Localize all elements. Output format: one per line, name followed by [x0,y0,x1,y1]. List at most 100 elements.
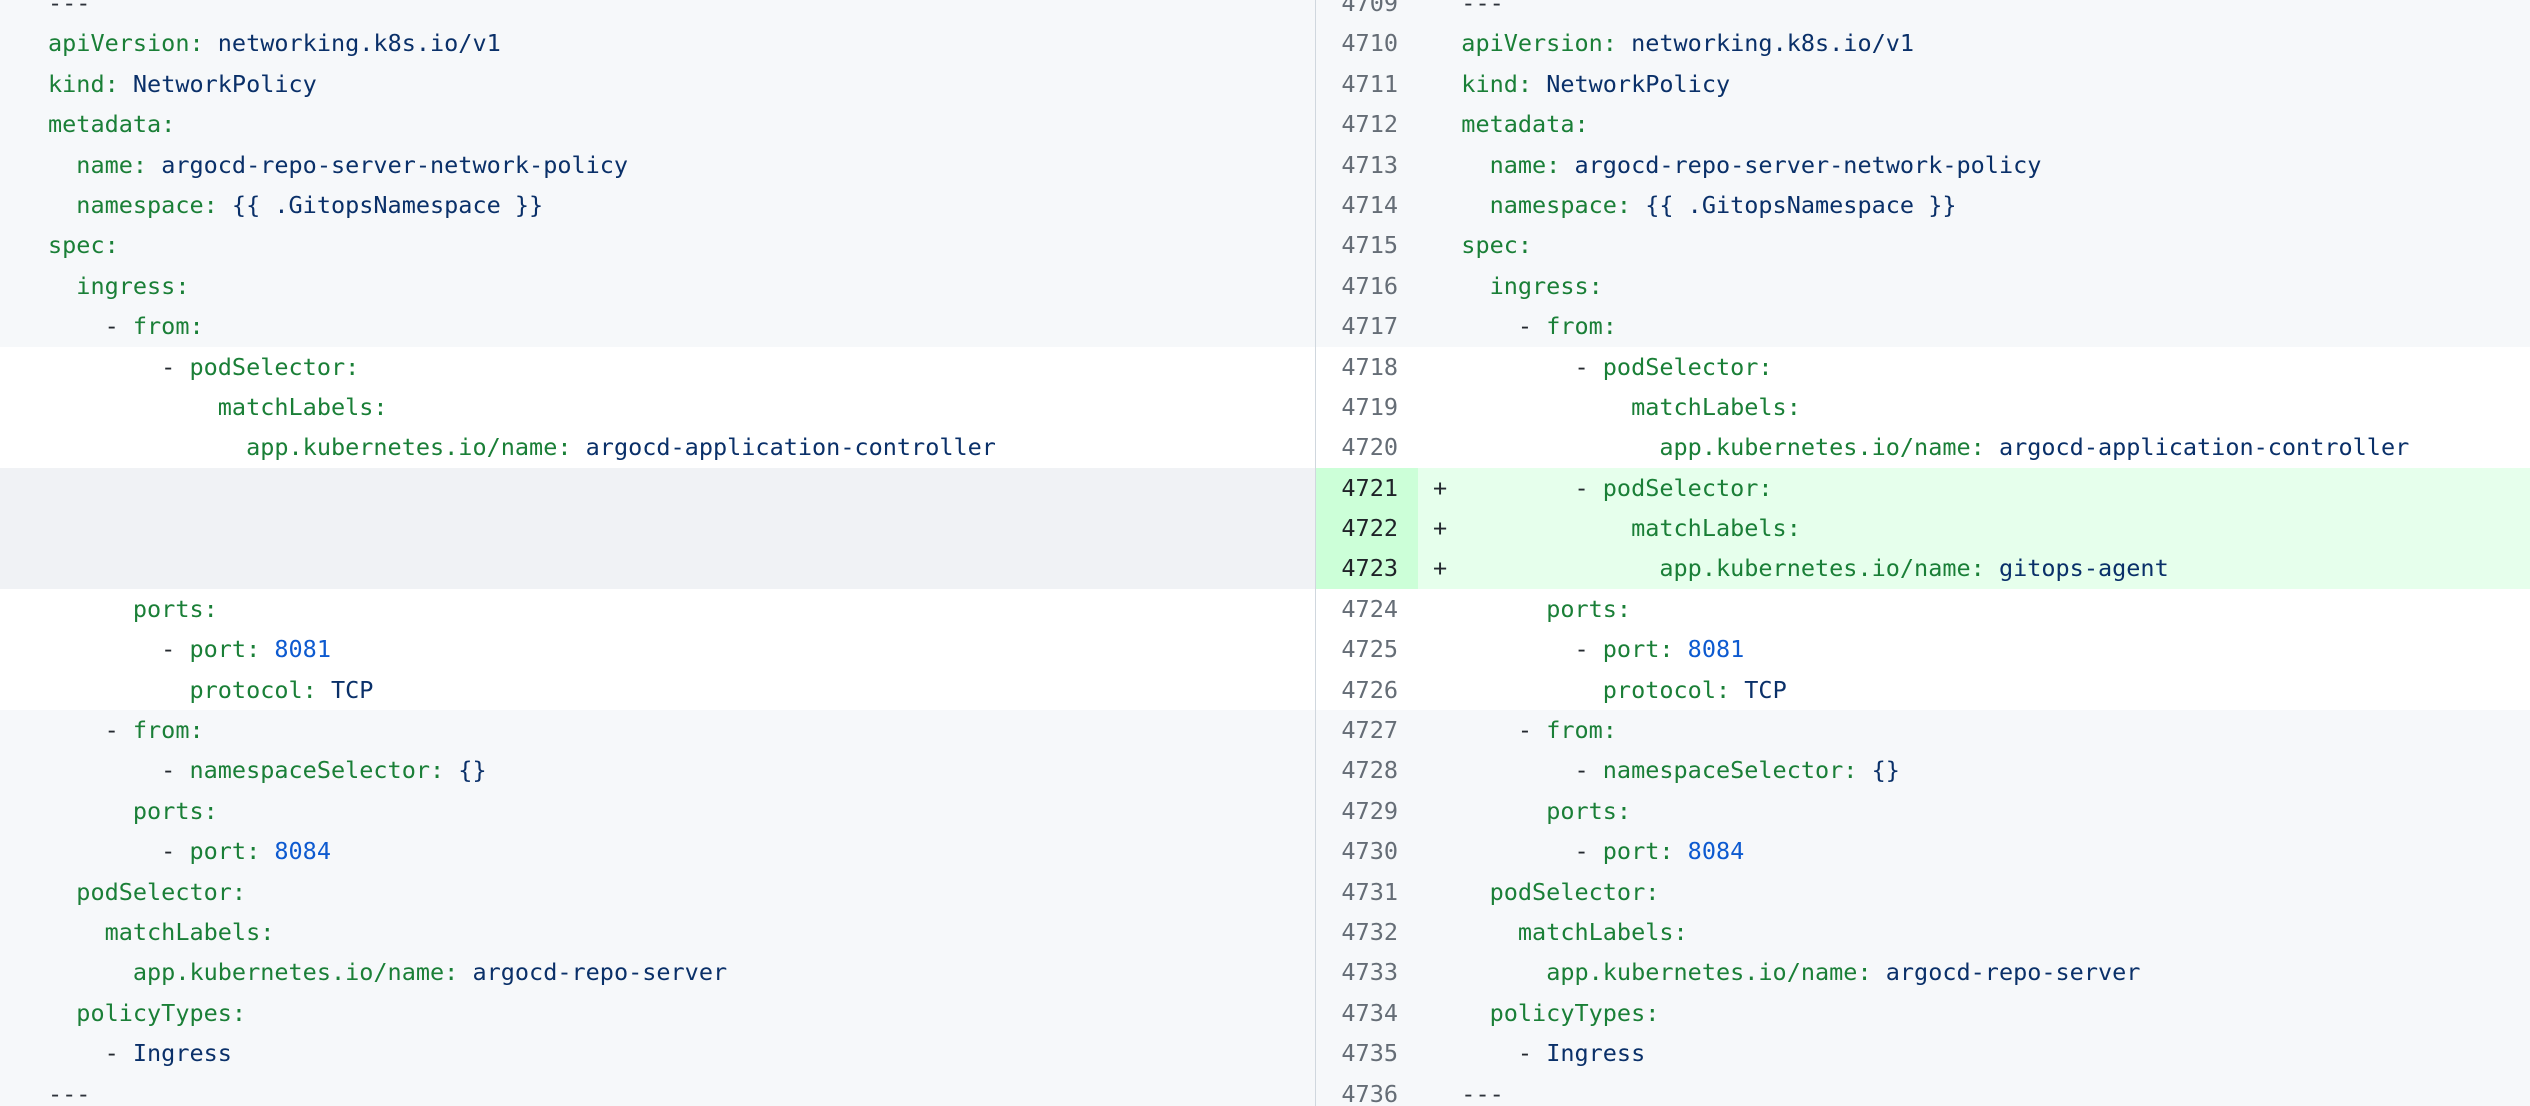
code-line: protocol: TCP [0,670,1315,710]
code-token: - [48,756,189,784]
code-token: - [48,837,189,865]
diff-row-old: kind: NetworkPolicy [0,64,1315,104]
diff-row-old-empty [0,508,1315,548]
code-line: namespace: {{ .GitopsNamespace }} [0,185,1315,225]
marker-spacer [1433,151,1461,179]
line-number[interactable]: 4732 [1316,912,1418,952]
code-line: matchLabels: [1418,387,2530,427]
code-token: metadata: [48,110,175,138]
code-token: --- [1461,0,1503,17]
code-token: metadata: [1461,110,1588,138]
code-token [1461,797,1546,825]
line-number[interactable]: 4728 [1316,750,1418,790]
line-number[interactable]: 4720 [1316,427,1418,467]
code-token [1461,151,1489,179]
code-token [1461,272,1489,300]
line-number[interactable]: 4717 [1316,306,1418,346]
line-number[interactable]: 4736 [1316,1074,1418,1106]
diff-row-new: 4714 namespace: {{ .GitopsNamespace }} [1316,185,2530,225]
code-token: port: [1603,635,1674,663]
line-number[interactable]: 4729 [1316,791,1418,831]
code-token: argocd-application-controller [572,433,996,461]
marker-spacer [1433,272,1461,300]
code-line: matchLabels: [0,387,1315,427]
line-number[interactable]: 4723 [1316,548,1418,588]
line-number[interactable]: 4731 [1316,872,1418,912]
line-number[interactable]: 4733 [1316,952,1418,992]
diff-row-new-added: 4721+ - podSelector: [1316,468,2530,508]
diff-rows-old: - - - apiVersion: networking.k8s.io/v1 kind:… [0,0,1315,1106]
code-token [48,272,76,300]
code-token [1461,676,1602,704]
marker-spacer [1433,433,1461,461]
code-token: ports: [133,595,218,623]
line-number[interactable]: 4730 [1316,831,1418,871]
code-token: apiVersion: [48,29,204,57]
code-token: namespace: [1490,191,1631,219]
code-token: matchLabels: [1631,393,1801,421]
diff-row-old: - port: 8081 [0,629,1315,669]
code-token: - [1461,474,1602,502]
line-number[interactable]: 4719 [1316,387,1418,427]
line-number[interactable]: 4713 [1316,145,1418,185]
split-diff-view: ---apiVersion: networking.k8s.io/v1kind:… [0,0,2530,1106]
diff-row-old: - podSelector: [0,347,1315,387]
code-line: ports: [1418,791,2530,831]
code-token: networking.k8s.io/v1 [204,29,501,57]
diff-row-new: 4720 app.kubernetes.io/name: argocd-appl… [1316,427,2530,467]
marker-spacer [1433,231,1461,259]
line-number[interactable]: 4724 [1316,589,1418,629]
line-number[interactable]: 4722 [1316,508,1418,548]
line-number[interactable]: 4712 [1316,104,1418,144]
code-token [1461,433,1659,461]
code-token [1461,999,1489,1027]
code-token [1461,918,1518,946]
code-line: ingress: [1418,266,2530,306]
code-token: ingress: [1490,272,1603,300]
line-number[interactable]: 4725 [1316,629,1418,669]
line-number[interactable]: 4718 [1316,347,1418,387]
diff-row-new: 4733 app.kubernetes.io/name: argocd-repo… [1316,952,2530,992]
diff-row-old-empty [0,548,1315,588]
code-token: argocd-application-controller [1985,433,2409,461]
code-token [48,999,76,1027]
line-number[interactable]: 4735 [1316,1033,1418,1073]
code-token: podSelector: [189,353,359,381]
code-token: name: [76,151,147,179]
line-number[interactable]: 4734 [1316,993,1418,1033]
diff-row-old: podSelector: [0,872,1315,912]
code-line: - from: [0,306,1315,346]
line-number[interactable]: 4726 [1316,670,1418,710]
line-number[interactable]: 4710 [1316,23,1418,63]
code-token: TCP [1730,676,1787,704]
marker-spacer [1433,191,1461,219]
marker-spacer [1433,1080,1461,1106]
code-token [48,797,133,825]
code-line: podSelector: [1418,872,2530,912]
line-number[interactable]: 4711 [1316,64,1418,104]
code-line: protocol: TCP [1418,670,2530,710]
code-line: --- [1418,0,2530,23]
code-line: - port: 8081 [0,629,1315,669]
code-line: app.kubernetes.io/name: argocd-repo-serv… [0,952,1315,992]
diff-row-new: 4732 matchLabels: [1316,912,2530,952]
diff-row-new: 4718 - podSelector: [1316,347,2530,387]
diff-row-new: 4717 - from: [1316,306,2530,346]
diff-row-new-added: 4723+ app.kubernetes.io/name: gitops-age… [1316,548,2530,588]
diff-row-new: 4709 --- [1316,0,2530,23]
code-token: --- [1461,1080,1503,1106]
line-number[interactable]: 4709 [1316,0,1418,23]
diff-row-new: 4727 - from: [1316,710,2530,750]
code-token: networking.k8s.io/v1 [1617,29,1914,57]
code-token: - [48,716,133,744]
line-number[interactable]: 4714 [1316,185,1418,225]
line-number[interactable]: 4715 [1316,225,1418,265]
diff-row-old: matchLabels: [0,912,1315,952]
line-number[interactable]: 4727 [1316,710,1418,750]
diff-row-new: 4735 - Ingress [1316,1033,2530,1073]
code-token: protocol: [1603,676,1730,704]
marker-spacer [1433,635,1461,663]
line-number[interactable]: 4721 [1316,468,1418,508]
code-line: - Ingress [1418,1033,2530,1073]
line-number[interactable]: 4716 [1316,266,1418,306]
